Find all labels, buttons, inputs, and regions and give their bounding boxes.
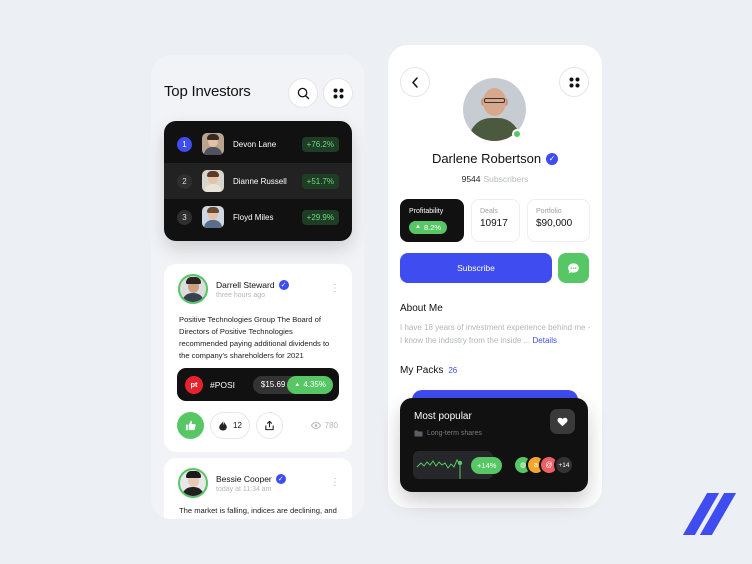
post-card: Bessie Cooper ✓ today at 11:34 am ⋮ The … — [164, 458, 352, 519]
about-text: I have 18 years of investment experience… — [400, 321, 592, 347]
verified-icon: ✓ — [278, 280, 289, 290]
pack-card[interactable]: Most popular Long-term shares +14% ◍ a @… — [400, 398, 588, 492]
views-count: 780 — [310, 421, 338, 430]
chevron-left-icon — [412, 76, 418, 88]
search-button[interactable] — [288, 78, 318, 108]
share-button[interactable] — [256, 412, 283, 439]
stat-label: Deals — [480, 208, 498, 215]
subscribers: 9544 Subscribers — [388, 174, 602, 184]
arrow-up-icon: ▲ — [415, 224, 421, 230]
ranking-row[interactable]: 2 Dianne Russell +51.7% — [164, 163, 352, 199]
profitability-value: 8.2% — [423, 222, 442, 232]
investor-name: Dianne Russell — [233, 176, 287, 186]
menu-button[interactable] — [323, 78, 353, 108]
more-stocks-badge[interactable]: +14 — [554, 455, 574, 475]
details-link[interactable]: Details — [533, 336, 557, 345]
avatar[interactable] — [178, 274, 208, 304]
views-value: 780 — [324, 421, 338, 430]
about-body: I have 18 years of investment experience… — [400, 323, 591, 345]
rank-number: 1 — [177, 136, 192, 152]
avatar — [202, 133, 224, 155]
about-title: About Me — [400, 303, 443, 314]
rank-number: 2 — [177, 173, 192, 189]
page-title: Top Investors — [164, 83, 251, 100]
ticker-change-value: 4.35% — [303, 380, 326, 389]
post-author[interactable]: Darrell Steward — [216, 280, 275, 290]
like-button[interactable] — [177, 412, 204, 439]
investor-name: Devon Lane — [233, 139, 277, 149]
online-indicator — [512, 129, 522, 139]
portfolio-stat[interactable]: Portfolio $90,000 — [527, 199, 590, 242]
arrow-up-icon: ▲ — [294, 381, 301, 388]
deals-stat[interactable]: Deals 10917 — [471, 199, 520, 242]
portfolio-value: $90,000 — [536, 218, 573, 229]
investor-name: Floyd Miles — [233, 212, 274, 222]
deals-value: 10917 — [480, 218, 508, 229]
subscribers-count: 9544 — [461, 174, 481, 184]
more-options-icon[interactable]: ⋮ — [330, 478, 340, 488]
menu-button[interactable] — [559, 67, 589, 97]
verified-icon: ✓ — [546, 152, 559, 165]
grid-icon — [569, 77, 579, 87]
change-badge: +29.9% — [301, 209, 339, 225]
thumbs-up-icon — [185, 420, 196, 431]
ticker-change: ▲ 4.35% — [287, 375, 333, 394]
packs-count: 26 — [448, 366, 458, 375]
change-badge: +51.7% — [301, 173, 339, 189]
pack-change: +14% — [471, 457, 503, 474]
subscribe-button[interactable]: Subscribe — [400, 253, 552, 283]
post-time: today at 11:34 am — [216, 486, 272, 493]
stat-label: Portfolio — [536, 208, 562, 215]
ranking-row[interactable]: 3 Floyd Miles +29.9% — [164, 199, 352, 235]
share-icon — [265, 420, 274, 431]
stat-label: Profitability — [409, 208, 444, 215]
message-button[interactable] — [558, 253, 589, 283]
comment-count: 12 — [233, 421, 242, 430]
ticker-symbol: #POSI — [210, 379, 236, 390]
post-text: The market is falling, indices are decli… — [179, 506, 337, 515]
ticker-card[interactable]: pt #POSI $15.69 ▲ 4.35% — [177, 368, 339, 401]
top-investors-screen: Top Investors 1 Devon Lane +76.2% 2 Dian… — [151, 55, 364, 519]
heart-icon — [557, 417, 568, 426]
ranking-row[interactable]: 1 Devon Lane +76.2% — [164, 126, 352, 162]
avatar — [202, 170, 224, 192]
folder-icon — [414, 430, 423, 437]
company-logo: pt — [185, 375, 203, 394]
post-time: three hours ago — [216, 292, 266, 299]
avatar[interactable] — [178, 468, 208, 498]
post-text: Positive Technologies Group The Board of… — [179, 315, 330, 360]
eye-icon — [310, 422, 321, 429]
more-options-icon[interactable]: ⋮ — [330, 284, 340, 294]
pack-subtitle: Long-term shares — [427, 429, 482, 437]
profitability-stat[interactable]: Profitability ▲ 8.2% — [400, 199, 464, 242]
verified-icon: ✓ — [275, 474, 286, 484]
post-author[interactable]: Bessie Cooper — [216, 474, 272, 484]
grid-icon — [333, 88, 343, 98]
search-icon — [297, 87, 309, 99]
comment-button[interactable]: 12 — [210, 412, 250, 439]
change-badge: +76.2% — [301, 136, 339, 152]
fire-icon — [219, 420, 227, 431]
chat-icon — [568, 262, 579, 274]
profile-name: Darlene Robertson — [431, 151, 542, 166]
favorite-button[interactable] — [550, 409, 575, 434]
packs-title: My Packs — [400, 365, 444, 376]
rank-number: 3 — [177, 209, 192, 225]
investor-ranking: 1 Devon Lane +76.2% 2 Dianne Russell +51… — [164, 121, 352, 241]
post-card: Darrell Steward ✓ three hours ago ⋮ Posi… — [164, 264, 352, 452]
subscribers-label: Subscribers — [483, 174, 529, 184]
back-button[interactable] — [400, 67, 430, 97]
pack-title: Most popular — [414, 411, 472, 422]
avatar — [202, 206, 224, 228]
